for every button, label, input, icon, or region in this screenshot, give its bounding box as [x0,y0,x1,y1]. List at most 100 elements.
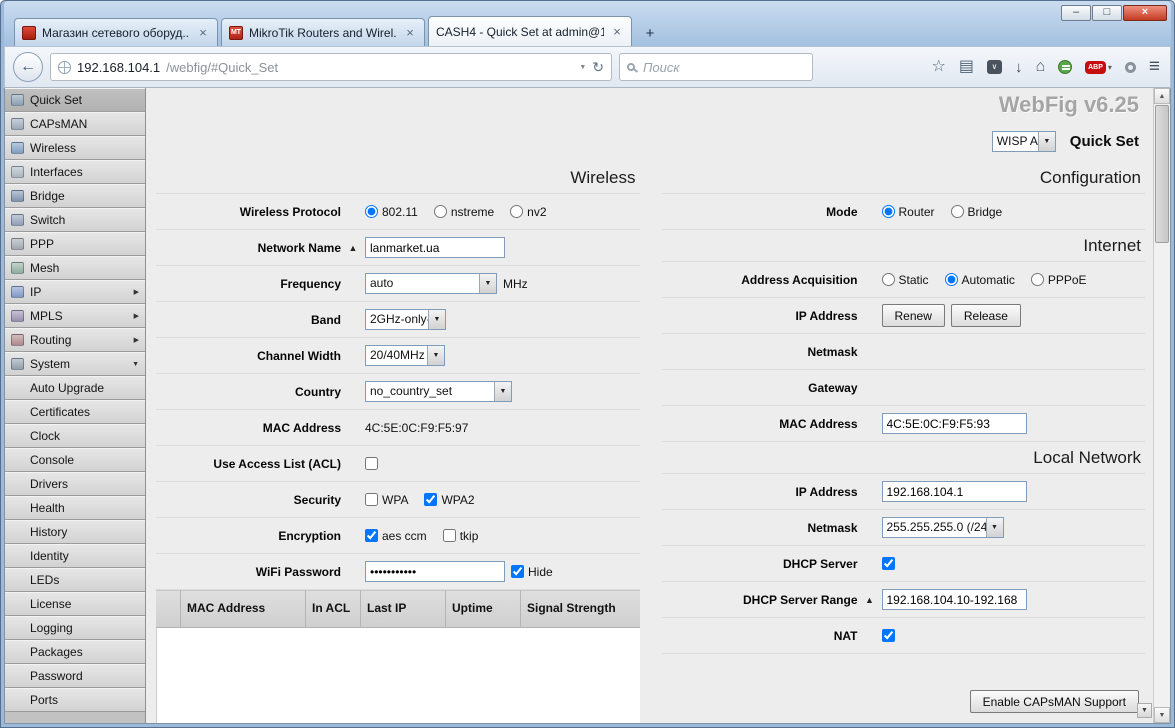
sidebar-item-system[interactable]: System ▼ [5,352,145,376]
vertical-scrollbar[interactable]: ▲ ▼ [1153,88,1170,723]
pocket-icon[interactable]: ∨ [987,60,1002,74]
back-button[interactable]: ← [13,52,43,82]
sidebar-item-license[interactable]: License [5,592,145,616]
acl-checkbox[interactable] [365,457,378,470]
search-input[interactable] [641,59,805,76]
bridge-radio[interactable]: Bridge [951,205,1003,219]
nat-checkbox[interactable] [882,629,895,642]
dhcp-server-checkbox[interactable] [882,557,895,570]
local-netmask-select[interactable]: 255.255.255.0 (/24) ▼ [882,517,1004,538]
hide-password-checkbox[interactable]: Hide [511,565,553,579]
chat-addon-icon[interactable] [1058,60,1072,74]
router-radio[interactable]: Router [882,205,935,219]
table-header-cell[interactable]: In ACL [306,590,361,627]
sidebar-item-interfaces[interactable]: Interfaces [5,160,145,184]
bookmark-star-icon[interactable]: ☆ [931,59,945,75]
table-gutter-cell [156,590,181,627]
table-header-cell[interactable]: Uptime [446,590,521,627]
tab-close-icon[interactable]: × [610,25,624,38]
country-select[interactable]: no_country_set ▼ [365,381,512,402]
tab-close-icon[interactable]: × [403,26,417,39]
sidebar-item-quick-set[interactable]: Quick Set [5,88,145,112]
tab-close-icon[interactable]: × [196,26,210,39]
aes-checkbox[interactable]: aes ccm [365,529,427,543]
reload-icon[interactable]: ↻ [592,59,604,76]
inner-scroll-down-button[interactable]: ▼ [1137,703,1152,718]
radio-nv2[interactable]: nv2 [510,205,546,219]
field-label: Security [156,493,341,507]
internet-mac-input[interactable] [882,413,1027,434]
home-icon[interactable]: ⌂ [1035,59,1045,75]
sidebar-item-switch[interactable]: Switch [5,208,145,232]
new-tab-button[interactable]: + [637,23,663,46]
browser-window: Магазин сетевого оборуд... × MT MikroTik… [0,0,1175,728]
menu-icon[interactable]: ≡ [1149,58,1160,76]
wpa2-checkbox[interactable]: WPA2 [424,493,474,507]
tab-lanmarket[interactable]: Магазин сетевого оборуд... × [14,18,218,46]
sidebar-item-console[interactable]: Console [5,448,145,472]
downloads-icon[interactable]: ↓ [1015,59,1023,76]
scroll-down-button[interactable]: ▼ [1154,707,1170,723]
enable-capsman-button[interactable]: Enable CAPsMAN Support [970,690,1139,713]
profile-select[interactable]: WISP AP ▼ [992,131,1056,152]
sidebar-item-wireless[interactable]: Wireless [5,136,145,160]
sort-up-icon[interactable]: ▲ [341,243,365,253]
wpa-checkbox[interactable]: WPA [365,493,408,507]
channel-width-select[interactable]: 20/40MHz Ce ▼ [365,345,445,366]
frequency-select[interactable]: auto ▼ [365,273,497,294]
sidebar-item-ports[interactable]: Ports [5,688,145,712]
scrollbar-track[interactable] [1154,244,1170,707]
sidebar-item-mesh[interactable]: Mesh [5,256,145,280]
static-radio[interactable]: Static [882,273,929,287]
wifi-password-input[interactable] [365,561,505,582]
table-header-cell[interactable]: MAC Address [181,590,306,627]
radio-nstreme[interactable]: nstreme [434,205,494,219]
wireless-mac-value: 4C:5E:0C:F9:F5:97 [365,421,468,435]
sidebar-item-password[interactable]: Password [5,664,145,688]
sidebar-item-certificates[interactable]: Certificates [5,400,145,424]
release-button[interactable]: Release [951,304,1021,327]
field-label: MAC Address [156,421,341,435]
table-header-cell[interactable]: Last IP [361,590,446,627]
addon-ring-icon[interactable] [1125,62,1136,73]
sidebar-item-capsman[interactable]: CAPsMAN [5,112,145,136]
sort-up-icon[interactable]: ▲ [858,595,882,605]
sidebar-item-routing[interactable]: Routing ▶ [5,328,145,352]
local-ip-input[interactable] [882,481,1027,502]
network-name-input[interactable] [365,237,505,258]
sidebar-item-history[interactable]: History [5,520,145,544]
sidebar-item-bridge[interactable]: Bridge [5,184,145,208]
radio-80211[interactable]: 802.11 [365,205,418,219]
url-bar[interactable]: 192.168.104.1 /webfig/#Quick_Set ▼ ↻ [50,53,612,81]
url-dropdown-icon[interactable]: ▼ [579,64,586,71]
search-bar[interactable] [619,53,813,81]
sidebar-item-ppp[interactable]: PPP [5,232,145,256]
sidebar-item-drivers[interactable]: Drivers [5,472,145,496]
tab-quick-set-active[interactable]: CASH4 - Quick Set at admin@1... × [428,16,632,46]
renew-button[interactable]: Renew [882,304,945,327]
bookmarks-menu-icon[interactable]: ▤ [959,59,974,75]
sidebar-item-ip[interactable]: IP ▶ [5,280,145,304]
sidebar-item-clock[interactable]: Clock [5,424,145,448]
pppoe-radio[interactable]: PPPoE [1031,273,1087,287]
adblock-plus-button[interactable]: ABP ▾ [1085,61,1112,74]
automatic-radio[interactable]: Automatic [945,273,1015,287]
close-button[interactable]: × [1123,5,1167,21]
sidebar-item-logging[interactable]: Logging [5,616,145,640]
dhcp-range-input[interactable] [882,589,1027,610]
sidebar-item-identity[interactable]: Identity [5,544,145,568]
sidebar-item-leds[interactable]: LEDs [5,568,145,592]
scroll-up-button[interactable]: ▲ [1154,88,1170,104]
sidebar-item-auto-upgrade[interactable]: Auto Upgrade [5,376,145,400]
maximize-button[interactable]: □ [1092,5,1122,21]
table-header-cell[interactable]: Signal Strength [521,590,640,627]
tkip-checkbox[interactable]: tkip [443,529,479,543]
sidebar-item-health[interactable]: Health [5,496,145,520]
minimize-button[interactable]: – [1061,5,1091,21]
tab-mikrotik[interactable]: MT MikroTik Routers and Wirel... × [221,18,425,46]
wifi-password-row: WiFi Password Hide [156,554,640,590]
sidebar-item-mpls[interactable]: MPLS ▶ [5,304,145,328]
sidebar-item-packages[interactable]: Packages [5,640,145,664]
band-select[interactable]: 2GHz-only-N ▼ [365,309,446,330]
scrollbar-thumb[interactable] [1155,105,1169,243]
